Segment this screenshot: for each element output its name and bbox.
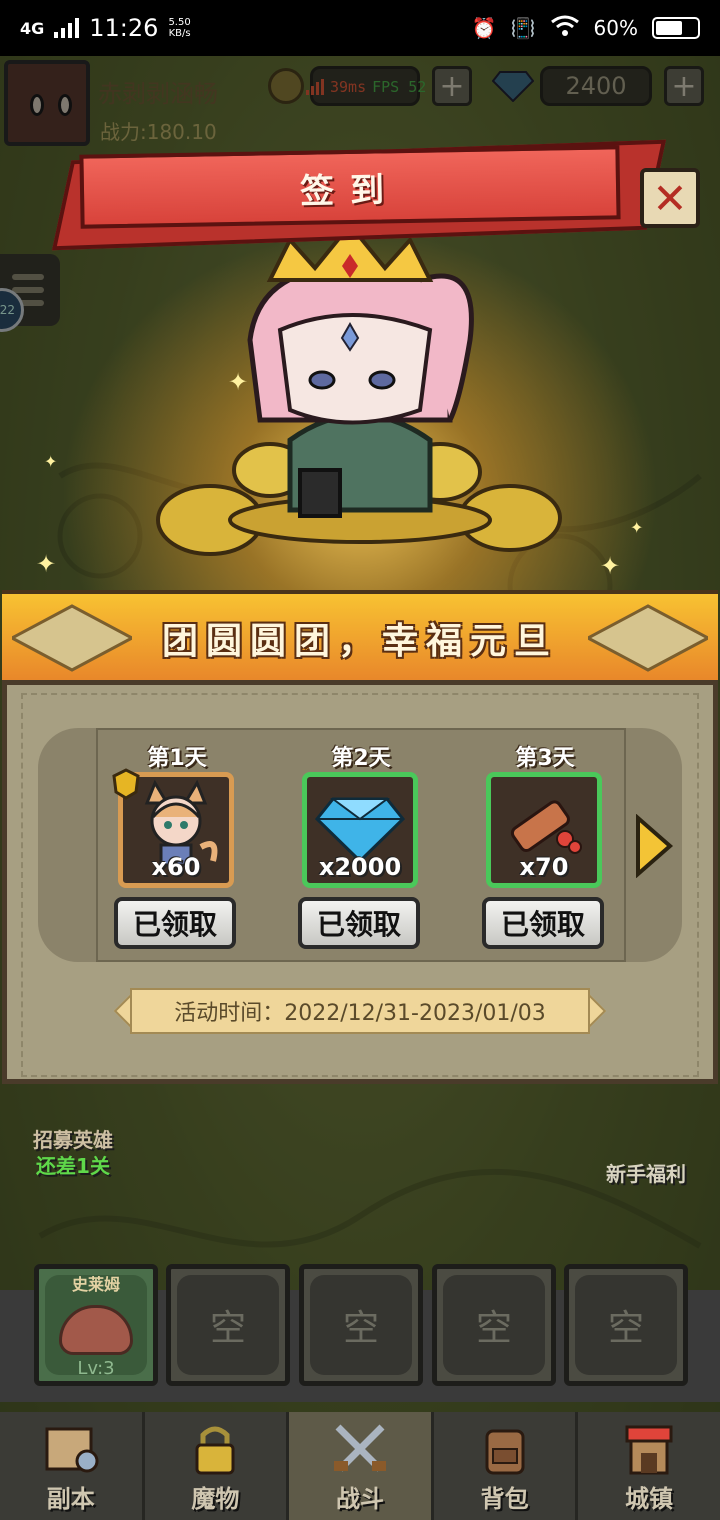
- wifi-icon: [550, 15, 580, 42]
- lock-icon: [195, 1426, 235, 1475]
- event-title: 团圆圆团，幸福元旦: [161, 621, 558, 662]
- empty-slot-label: 空: [177, 1275, 279, 1375]
- nav-monsters-label: 魔物: [191, 1485, 240, 1513]
- recruit-progress: 还差1关: [36, 1154, 110, 1178]
- nav-monsters[interactable]: 魔物: [145, 1412, 290, 1520]
- shop-icon: [625, 1425, 673, 1475]
- sparkle-icon: ✦: [36, 550, 57, 578]
- network-type: 4G: [20, 18, 45, 38]
- hero-shard-badge-icon: [112, 768, 140, 800]
- day-3-reward-slot[interactable]: x70: [486, 772, 602, 888]
- nav-dungeon-label: 副本: [46, 1485, 95, 1513]
- sparkle-icon: ✦: [600, 552, 621, 580]
- day-2-reward-slot[interactable]: x2000: [302, 772, 418, 888]
- close-button[interactable]: ✕: [640, 168, 700, 228]
- day-1-count: x60: [151, 853, 201, 881]
- backpack-icon: [485, 1429, 525, 1475]
- nav-backpack-label: 背包: [480, 1485, 529, 1513]
- nav-town-label: 城镇: [625, 1485, 674, 1513]
- alarm-icon: ⏰: [471, 16, 497, 40]
- hero-character-art: [156, 221, 562, 556]
- day-2-count: x2000: [318, 853, 402, 881]
- empty-slot-label: 空: [310, 1275, 412, 1375]
- nav-battle[interactable]: 战斗: [289, 1412, 434, 1520]
- battery-icon: [652, 17, 700, 39]
- nav-battle-label: 战斗: [335, 1485, 384, 1513]
- bottom-nav: 副本 魔物 战斗 背包 城镇: [0, 1412, 720, 1520]
- close-icon: ✕: [652, 173, 688, 223]
- status-bar: 4G 11:26 5.50 KB/s ⏰ 📳 60%: [0, 0, 720, 56]
- newbie-benefits-label[interactable]: 新手福利: [600, 1158, 692, 1187]
- team-slot-1-level: Lv:3: [77, 1358, 115, 1379]
- day-3-count: x70: [519, 853, 569, 881]
- day-2-claimed-button[interactable]: 已领取: [298, 897, 420, 949]
- clock: 11:26: [89, 14, 159, 42]
- nav-dungeon[interactable]: 副本: [0, 1412, 145, 1520]
- net-speed-unit: KB/s: [168, 28, 191, 39]
- day-3-label: 第3天: [515, 746, 575, 771]
- day-3-claimed-button[interactable]: 已领取: [482, 897, 604, 949]
- nav-town[interactable]: 城镇: [578, 1412, 720, 1520]
- battery-percent: 60%: [593, 16, 638, 40]
- dialog-title: 签到: [79, 145, 621, 229]
- net-speed: 5.50 KB/s: [168, 17, 190, 39]
- next-arrow-icon[interactable]: [634, 814, 674, 878]
- team-slot-4[interactable]: 空: [432, 1264, 556, 1386]
- sparkle-icon: ✦: [630, 518, 644, 537]
- team-slot-2[interactable]: 空: [166, 1264, 290, 1386]
- day-1-claimed-button[interactable]: 已领取: [114, 897, 236, 949]
- nav-backpack[interactable]: 背包: [434, 1412, 579, 1520]
- recruit-hero-label[interactable]: 招募英雄: [28, 1124, 118, 1153]
- crossed-swords-icon: [333, 1424, 386, 1472]
- map-icon: [45, 1427, 99, 1473]
- empty-slot-label: 空: [443, 1275, 545, 1375]
- empty-slot-label: 空: [575, 1275, 677, 1375]
- sparkle-icon: ✦: [44, 452, 58, 471]
- net-speed-value: 5.50: [168, 17, 191, 28]
- team-slot-1-name: 史莱姆: [71, 1275, 120, 1294]
- team-slot-5[interactable]: 空: [564, 1264, 688, 1386]
- team-slot-1[interactable]: 史莱姆 Lv:3: [34, 1264, 158, 1386]
- day-2-label: 第2天: [331, 746, 391, 771]
- signal-icon: [54, 18, 80, 38]
- team-slot-3[interactable]: 空: [299, 1264, 423, 1386]
- activity-time: 活动时间：2022/12/31-2023/01/03: [130, 988, 590, 1034]
- vibrate-icon: 📳: [510, 16, 536, 40]
